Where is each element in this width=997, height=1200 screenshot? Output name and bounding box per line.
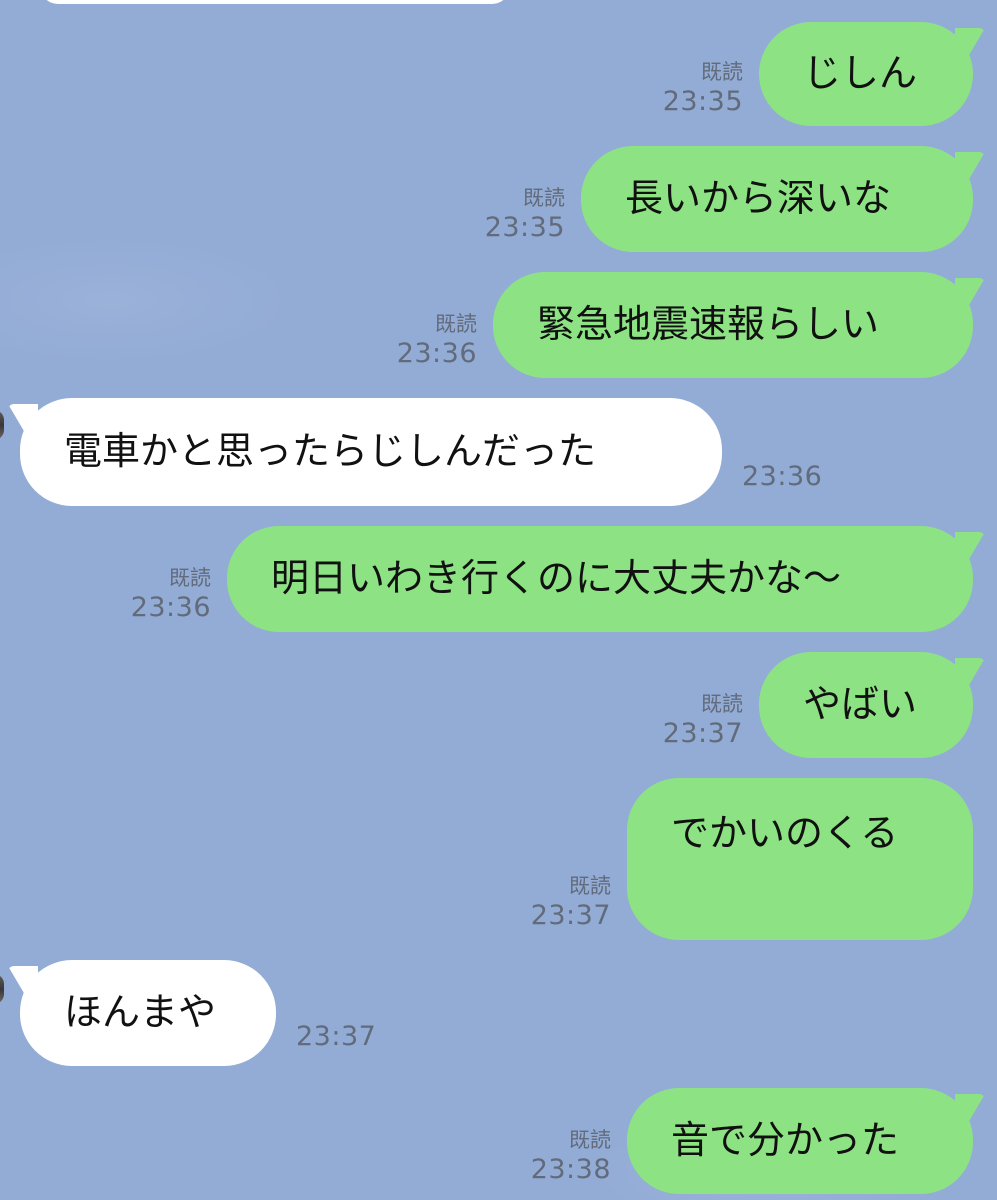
message-text: でかいのくる [671, 811, 899, 855]
message-meta: 既読 23:36 [397, 313, 477, 368]
message-row-sent: 既読 23:37 でかいのくる [531, 778, 973, 940]
message-time: 23:36 [742, 461, 823, 492]
message-text: やばい [803, 682, 918, 727]
read-receipt: 既読 [169, 565, 211, 590]
message-bubble-sent[interactable]: やばい [759, 652, 973, 758]
message-row-received: 電車かと思ったらじしんだった 23:36 [20, 398, 822, 506]
message-meta: 既読 23:37 [663, 693, 743, 748]
message-row-sent: 既読 23:36 緊急地震速報らしい [397, 272, 973, 378]
message-row-received: ほんまや 23:37 [20, 960, 376, 1066]
read-receipt: 既読 [701, 59, 743, 84]
message-meta: 既読 23:37 [531, 875, 611, 930]
message-meta: 既読 23:38 [531, 1129, 611, 1184]
message-time: 23:35 [662, 85, 743, 117]
read-receipt: 既読 [569, 873, 611, 898]
message-time: 23:38 [530, 1153, 611, 1185]
message-time: 23:36 [396, 337, 477, 369]
message-text: ほんまや [64, 990, 217, 1035]
message-text: じしん [803, 51, 918, 96]
message-bubble-sent[interactable]: じしん [759, 22, 973, 126]
message-time: 23:35 [484, 211, 565, 243]
message-time: 23:37 [662, 717, 743, 749]
message-text: 緊急地震速報らしい [537, 302, 880, 347]
message-bubble-received[interactable]: 電車かと思ったらじしんだった [20, 398, 722, 506]
message-row-sent: 既読 23:35 長いから深いな [485, 146, 973, 252]
message-meta: 既読 23:35 [663, 61, 743, 116]
read-receipt: 既読 [523, 185, 565, 210]
message-row-sent: 既読 23:37 やばい [663, 652, 973, 758]
message-bubble-sent[interactable]: 音で分かった [627, 1088, 973, 1194]
message-row-sent: 既読 23:38 音で分かった [531, 1088, 973, 1194]
avatar[interactable] [0, 410, 4, 440]
message-meta: 既読 23:36 [131, 567, 211, 622]
message-row-sent: 既読 23:35 じしん [663, 22, 973, 126]
message-bubble-sent[interactable]: 明日いわき行くのに大丈夫かな〜 [227, 526, 973, 632]
message-time: 23:37 [530, 899, 611, 931]
message-time: 23:37 [296, 1021, 377, 1052]
message-meta: 既読 23:35 [485, 187, 565, 242]
chat-view[interactable]: 既読 23:35 じしん 既読 23:35 長いから深いな 既読 23:36 緊… [0, 0, 997, 1200]
message-row-sent: 既読 23:36 明日いわき行くのに大丈夫かな〜 [131, 526, 973, 632]
message-text: 電車かと思ったらじしんだった [64, 429, 597, 474]
previous-message-bubble-edge [40, 0, 510, 4]
message-bubble-sent[interactable]: 長いから深いな [581, 146, 973, 252]
message-time: 23:36 [130, 591, 211, 623]
message-bubble-received[interactable]: ほんまや [20, 960, 276, 1066]
read-receipt: 既読 [435, 311, 477, 336]
message-text: 音で分かった [671, 1118, 900, 1163]
message-bubble-sent[interactable]: でかいのくる [627, 778, 973, 940]
read-receipt: 既読 [569, 1127, 611, 1152]
avatar[interactable] [0, 974, 4, 1004]
read-receipt: 既読 [701, 691, 743, 716]
message-text: 明日いわき行くのに大丈夫かな〜 [271, 556, 842, 601]
message-bubble-sent[interactable]: 緊急地震速報らしい [493, 272, 973, 378]
message-text: 長いから深いな [625, 176, 892, 221]
